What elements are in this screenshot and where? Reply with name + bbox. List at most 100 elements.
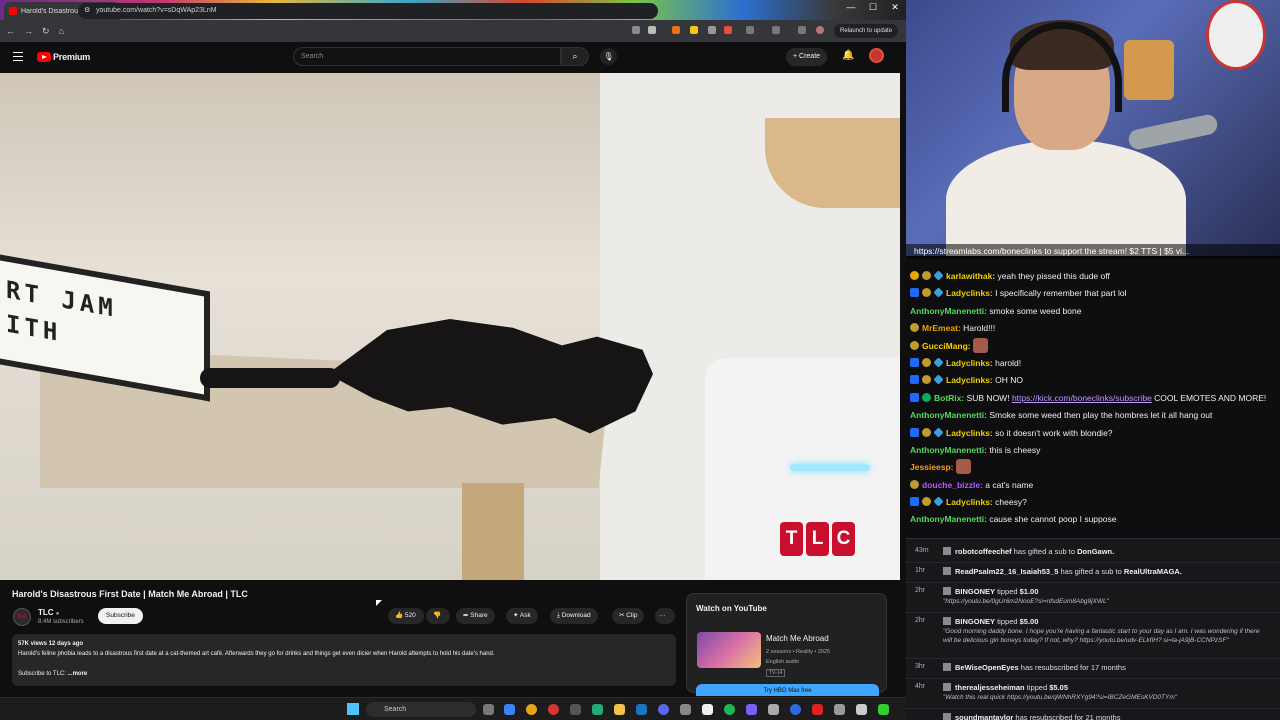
windows-taskbar: Search xyxy=(0,697,906,720)
app-icon[interactable] xyxy=(878,704,889,715)
extension-icon[interactable] xyxy=(724,26,732,34)
maximize-icon[interactable]: ☐ xyxy=(862,2,884,13)
sidebar-icon[interactable] xyxy=(772,26,780,34)
event-user[interactable]: BeWiseOpenEyes xyxy=(955,663,1019,672)
show-poster[interactable] xyxy=(697,632,761,668)
subscribe-button[interactable]: Subscribe xyxy=(98,608,143,624)
event-user[interactable]: ReadPsalm22_16_Isaiah53_5 xyxy=(955,567,1058,576)
account-avatar[interactable] xyxy=(869,48,884,63)
event-time: 2hr xyxy=(915,617,926,624)
profile-icon[interactable] xyxy=(816,26,824,34)
dislike-button[interactable]: 👎 xyxy=(426,608,450,624)
obs-icon[interactable] xyxy=(702,704,713,715)
chat-username[interactable]: karlawithak: xyxy=(946,271,995,281)
chat-username[interactable]: BotRix: xyxy=(934,393,964,403)
cast-icon[interactable] xyxy=(632,26,640,34)
create-button[interactable]: + Create xyxy=(786,48,828,66)
video-player[interactable]: RT JAM ITH xyxy=(0,73,900,580)
share-button[interactable]: ➦ Share xyxy=(456,608,495,624)
chat-username[interactable]: douche_bizzle: xyxy=(922,480,983,490)
event-user[interactable]: BINGONEY xyxy=(955,587,995,596)
app-icon[interactable] xyxy=(570,704,581,715)
chat-username[interactable]: Ladyclinks: xyxy=(946,288,993,298)
event-user[interactable]: therealjesseheiman xyxy=(955,683,1025,692)
try-hbo-button[interactable]: Try HBO Max free xyxy=(696,684,879,696)
event-user[interactable]: soundmantaylor xyxy=(955,713,1013,720)
extensions-puzzle-icon[interactable] xyxy=(746,26,754,34)
edge-icon[interactable] xyxy=(504,704,515,715)
download-icon[interactable] xyxy=(798,26,806,34)
chat-panel: karlawithak: yeah they pissed this dude … xyxy=(906,258,1280,538)
clip-button[interactable]: ✂ Clip xyxy=(612,608,645,624)
youtube-logo-icon[interactable] xyxy=(37,52,51,62)
forward-icon[interactable]: → xyxy=(24,26,33,36)
chat-badge-icon xyxy=(933,357,944,368)
relaunch-button[interactable]: Relaunch to update xyxy=(834,24,899,38)
app-icon[interactable] xyxy=(680,704,691,715)
chat-message: GucciMang: xyxy=(906,337,1280,355)
chrome-profile-icon[interactable] xyxy=(548,704,559,715)
event-action: tipped xyxy=(1024,683,1050,692)
app-icon[interactable] xyxy=(790,704,801,715)
show-rating: TV-14 xyxy=(766,669,786,677)
chat-username[interactable]: Jessieesp: xyxy=(910,462,953,472)
chat-username[interactable]: Ladyclinks: xyxy=(946,428,993,438)
app-icon[interactable] xyxy=(856,704,867,715)
close-window-icon[interactable]: ✕ xyxy=(884,2,906,13)
site-info-icon[interactable]: ⚙ xyxy=(84,3,90,19)
bookmark-star-icon[interactable] xyxy=(648,26,656,34)
search-input[interactable]: Search xyxy=(293,47,561,66)
url-field[interactable]: ⚙ youtube.com/watch?v=sDqWAp23LnM xyxy=(78,3,658,19)
chat-username[interactable]: MrEmeat: xyxy=(922,323,961,333)
spotify-icon[interactable] xyxy=(724,704,735,715)
event-user[interactable]: BINGONEY xyxy=(955,617,995,626)
notifications-bell-icon[interactable]: 🔔 xyxy=(842,50,854,61)
app-icon[interactable] xyxy=(812,704,823,715)
terminal-icon[interactable] xyxy=(592,704,603,715)
chat-username[interactable]: Ladyclinks: xyxy=(946,375,993,385)
event-user[interactable]: robotcoffeechef xyxy=(955,547,1012,556)
voice-search-button[interactable]: 🎙 xyxy=(600,48,617,65)
show-title[interactable]: Match Me Abroad xyxy=(766,634,829,643)
event-divider xyxy=(906,562,1280,563)
ask-button[interactable]: ✦ Ask xyxy=(506,608,538,624)
search-icon: ⌕ xyxy=(572,51,578,61)
download-button[interactable]: ⤓ Download xyxy=(550,608,598,624)
app-icon[interactable] xyxy=(768,704,779,715)
chat-username[interactable]: AnthonyManenetti: xyxy=(910,514,987,524)
discord-icon[interactable] xyxy=(658,704,669,715)
extension-icon[interactable] xyxy=(690,26,698,34)
extension-icon[interactable] xyxy=(672,26,680,34)
event-body: BINGONEY tipped $1.00 "https://youtu.be/0… xyxy=(943,587,1268,606)
reload-icon[interactable]: ↻ xyxy=(42,26,50,37)
chat-username[interactable]: AnthonyManenetti: xyxy=(910,306,987,316)
task-view-icon[interactable] xyxy=(483,704,494,715)
search-button[interactable]: ⌕ xyxy=(561,47,589,66)
chat-text: cause she cannot poop I suppose xyxy=(986,514,1117,525)
channel-name[interactable]: TLC ● xyxy=(38,608,59,617)
extension-icon[interactable] xyxy=(708,26,716,34)
steam-icon[interactable] xyxy=(636,704,647,715)
minimize-icon[interactable]: — xyxy=(840,2,862,12)
file-explorer-icon[interactable] xyxy=(614,704,625,715)
chat-badge-icon xyxy=(922,392,931,402)
chat-username[interactable]: Ladyclinks: xyxy=(946,497,993,507)
menu-icon[interactable] xyxy=(13,52,23,61)
channel-avatar[interactable]: TLC xyxy=(13,608,31,626)
like-button[interactable]: 👍 520 xyxy=(388,608,424,624)
app-icon[interactable] xyxy=(834,704,845,715)
chat-username[interactable]: AnthonyManenetti: xyxy=(910,410,987,420)
chrome-icon[interactable] xyxy=(526,704,537,715)
chat-username[interactable]: GucciMang: xyxy=(922,341,971,351)
taskbar-search[interactable]: Search xyxy=(366,702,476,717)
more-actions-button[interactable]: ··· xyxy=(655,608,675,624)
home-icon[interactable]: ⌂ xyxy=(59,26,64,36)
description-box[interactable]: 57K views 12 days ago Harold's feline ph… xyxy=(12,634,676,686)
back-icon[interactable]: ← xyxy=(6,26,15,36)
more-link[interactable]: ...more xyxy=(68,671,88,677)
chat-username[interactable]: Ladyclinks: xyxy=(946,358,993,368)
app-icon[interactable] xyxy=(746,704,757,715)
chat-link[interactable]: https://kick.com/boneclinks/subscribe xyxy=(1012,393,1152,403)
chat-username[interactable]: AnthonyManenetti: xyxy=(910,445,987,455)
windows-start-icon[interactable] xyxy=(347,703,359,715)
